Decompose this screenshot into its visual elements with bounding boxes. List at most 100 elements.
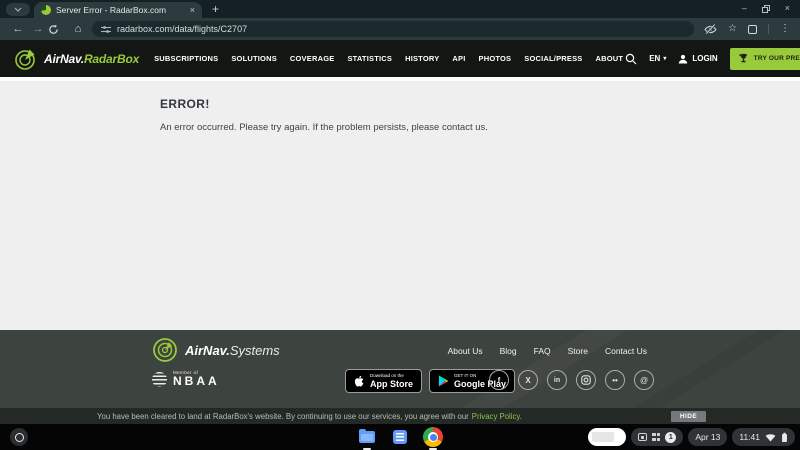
back-button[interactable]: ← — [8, 23, 28, 35]
forward-button[interactable]: → — [28, 23, 48, 35]
cookie-consent-bar: You have been cleared to land at RadarBo… — [0, 408, 800, 424]
launcher-icon — [14, 432, 24, 442]
toolbar-actions: ☆ ⋮ — [704, 24, 792, 35]
date-label: Apr 13 — [695, 432, 721, 442]
visibility-off-icon[interactable] — [704, 23, 717, 35]
header-actions: EN▾ LOGIN TRY OUR PREMIUM FEATURES PDT 1… — [625, 47, 800, 70]
user-icon — [679, 54, 688, 63]
chevron-down-icon — [14, 7, 22, 12]
battery-icon — [782, 432, 787, 442]
launcher-button[interactable] — [10, 428, 28, 446]
reload-button[interactable] — [48, 23, 68, 35]
apple-icon — [354, 375, 364, 387]
site-header: AirNav.RadarBox SUBSCRIPTIONS SOLUTIONS … — [0, 40, 800, 77]
chevron-down-icon: ▾ — [663, 56, 667, 62]
window-restore-button[interactable] — [761, 4, 770, 13]
extensions-icon[interactable] — [748, 24, 757, 34]
notification-count-badge: 1 — [665, 431, 677, 443]
window-minimize-button[interactable]: – — [742, 4, 747, 13]
nav-item-coverage[interactable]: COVERAGE — [288, 50, 337, 67]
browser-toolbar: ← → ⌂ radarbox.com/data/flights/C2707 ☆ … — [0, 18, 800, 40]
url-bar[interactable]: radarbox.com/data/flights/C2707 — [92, 21, 695, 37]
files-app-icon[interactable] — [357, 427, 377, 450]
footer-link-blog[interactable]: Blog — [500, 346, 517, 356]
notification-tray[interactable]: 1 — [631, 428, 684, 446]
linkedin-icon[interactable]: in — [547, 370, 567, 390]
screenshot-preview[interactable] — [588, 428, 627, 446]
shelf-apps — [357, 427, 443, 450]
hide-button[interactable]: HIDE — [671, 411, 706, 422]
browser-tab[interactable]: Server Error - RadarBox.com × — [34, 2, 202, 18]
reload-icon — [49, 23, 58, 34]
nbaa-logo: Member of NBAA — [152, 370, 220, 388]
nbaa-globe-icon — [152, 371, 167, 387]
browser-menu-button[interactable]: ⋮ — [780, 24, 790, 34]
url-text[interactable]: radarbox.com/data/flights/C2707 — [117, 24, 247, 34]
site-logo[interactable]: AirNav.RadarBox — [14, 47, 139, 71]
new-tab-button[interactable]: + — [212, 3, 219, 15]
capture-icon — [638, 433, 648, 441]
footer-link-faq[interactable]: FAQ — [534, 346, 551, 356]
site-settings-icon[interactable] — [101, 25, 111, 34]
footer-link-contact-us[interactable]: Contact Us — [605, 346, 647, 356]
appstore-badge[interactable]: Download on the App Store — [345, 369, 423, 393]
nav-item-api[interactable]: API — [450, 50, 467, 67]
date-pill[interactable]: Apr 13 — [688, 428, 728, 446]
facebook-icon[interactable]: f — [489, 370, 509, 390]
radarbox-favicon-icon — [41, 5, 51, 15]
google-play-icon — [438, 375, 449, 387]
premium-button[interactable]: TRY OUR PREMIUM FEATURES — [729, 47, 800, 70]
brand-wordmark: AirNav.RadarBox — [44, 51, 140, 66]
wifi-icon — [765, 433, 776, 442]
threads-icon[interactable]: @ — [634, 370, 654, 390]
screen: Server Error - RadarBox.com × + – × ← → … — [0, 0, 800, 450]
home-button[interactable]: ⌂ — [68, 23, 88, 35]
time-label: 11:41 — [739, 432, 760, 442]
footer-link-store[interactable]: Store — [568, 346, 588, 356]
footer-wordmark: AirNav.Systems — [185, 342, 280, 358]
error-message: An error occurred. Please try again. If … — [160, 122, 488, 133]
main-nav: SUBSCRIPTIONS SOLUTIONS COVERAGE STATIST… — [152, 50, 625, 67]
instagram-icon[interactable] — [576, 370, 596, 390]
nav-item-about[interactable]: ABOUT — [594, 50, 626, 67]
x-twitter-icon[interactable]: X — [518, 370, 538, 390]
footer-texture — [576, 330, 800, 408]
footer-links: About Us Blog FAQ Store Contact Us — [448, 346, 647, 356]
site-footer: AirNav.Systems About Us Blog FAQ Store C… — [0, 330, 800, 408]
trophy-icon — [738, 53, 747, 63]
chromeos-shelf: 1 Apr 13 11:41 — [0, 424, 800, 450]
radar-logo-icon — [15, 49, 35, 70]
language-selector[interactable]: EN ▾ — [649, 54, 666, 63]
nav-item-subscriptions[interactable]: SUBSCRIPTIONS — [152, 50, 220, 67]
window-close-button[interactable]: × — [785, 4, 790, 13]
page-content: ERROR! An error occurred. Please try aga… — [0, 77, 800, 330]
grid-icon — [652, 433, 661, 441]
status-area: 1 Apr 13 11:41 — [588, 428, 795, 446]
social-links: f X in •• @ — [489, 370, 654, 390]
browser-tab-strip: Server Error - RadarBox.com × + – × — [0, 0, 800, 18]
docs-app-icon[interactable] — [390, 427, 410, 447]
system-tray[interactable]: 11:41 — [732, 428, 795, 446]
nav-item-solutions[interactable]: SOLUTIONS — [229, 50, 279, 67]
cookie-message: You have been cleared to land at RadarBo… — [97, 412, 522, 421]
nav-item-social-press[interactable]: SOCIAL/PRESS — [522, 50, 584, 67]
login-button[interactable]: LOGIN — [678, 54, 718, 64]
footer-logo[interactable]: AirNav.Systems — [152, 337, 280, 363]
footer-link-about-us[interactable]: About Us — [448, 346, 483, 356]
nav-item-photos[interactable]: PHOTOS — [477, 50, 514, 67]
bookmark-star-icon[interactable]: ☆ — [728, 24, 737, 34]
toolbar-divider — [768, 24, 769, 34]
search-icon[interactable] — [625, 53, 637, 65]
nav-item-statistics[interactable]: STATISTICS — [345, 50, 394, 67]
tab-close-icon[interactable]: × — [190, 5, 195, 15]
nbaa-name: NBAA — [173, 374, 220, 388]
chrome-app-icon[interactable] — [423, 427, 443, 450]
window-controls: – × — [742, 4, 790, 13]
error-title: ERROR! — [160, 97, 210, 111]
airnav-systems-logo-icon — [153, 338, 177, 362]
tab-search-button[interactable] — [6, 3, 30, 16]
flickr-icon[interactable]: •• — [605, 370, 625, 390]
nav-item-history[interactable]: HISTORY — [403, 50, 441, 67]
tab-title: Server Error - RadarBox.com — [56, 5, 167, 15]
privacy-policy-link[interactable]: Privacy Policy — [472, 412, 520, 421]
